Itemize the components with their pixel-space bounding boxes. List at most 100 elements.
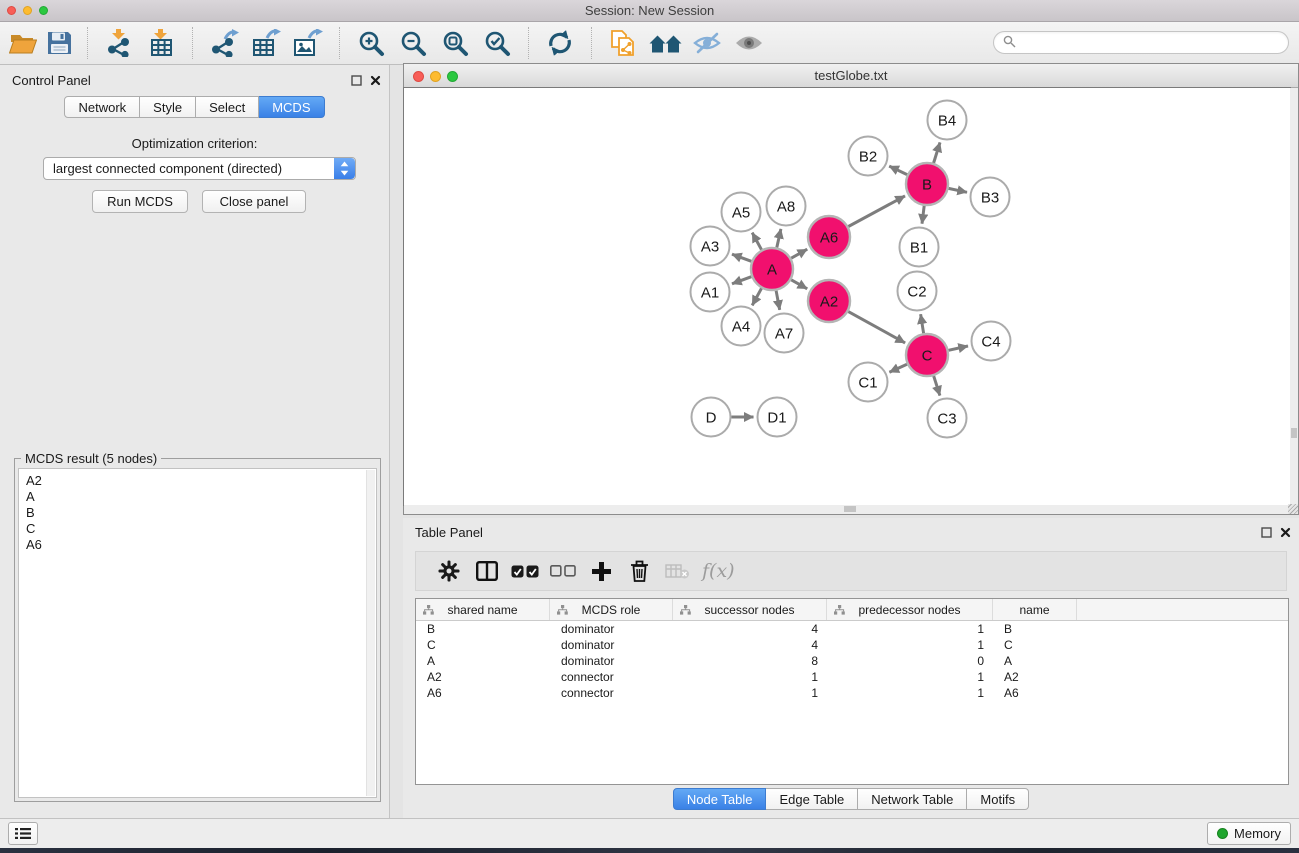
edge-A-A3[interactable]	[732, 254, 751, 261]
zoom-in-icon[interactable]	[350, 25, 392, 61]
table-tab-edge-table[interactable]: Edge Table	[766, 788, 858, 810]
node-B4[interactable]: B4	[928, 101, 967, 140]
edge-A-A5[interactable]	[752, 233, 761, 250]
node-D1[interactable]: D1	[758, 398, 797, 437]
first-neighbors-icon[interactable]	[644, 25, 686, 61]
edge-C-C2[interactable]	[921, 314, 924, 333]
deselect-all-columns-icon[interactable]	[544, 565, 582, 577]
close-traffic-light[interactable]	[7, 6, 16, 15]
edge-A6-B[interactable]	[848, 196, 905, 227]
export-network-icon[interactable]	[203, 25, 245, 61]
search-field[interactable]	[993, 31, 1289, 54]
result-item[interactable]: C	[26, 521, 376, 537]
search-input[interactable]	[1022, 35, 1288, 50]
node-table[interactable]: shared nameMCDS rolesuccessor nodesprede…	[415, 598, 1289, 785]
table-row[interactable]: A6connector11A6	[416, 685, 1288, 701]
table-row[interactable]: Cdominator41C	[416, 637, 1288, 653]
node-A7[interactable]: A7	[765, 314, 804, 353]
node-A4[interactable]: A4	[722, 307, 761, 346]
export-image-icon[interactable]	[287, 25, 329, 61]
tab-network[interactable]: Network	[64, 96, 140, 118]
resize-grip[interactable]	[1288, 504, 1298, 514]
column-header-successor_nodes[interactable]: successor nodes	[673, 599, 827, 620]
zoom-traffic-light[interactable]	[39, 6, 48, 15]
edge-C-C3[interactable]	[934, 376, 940, 396]
close-panel-action-button[interactable]: Close panel	[202, 190, 306, 213]
select-all-columns-icon[interactable]	[506, 565, 544, 578]
result-item[interactable]: B	[26, 505, 376, 521]
network-zoom-traffic-light[interactable]	[447, 71, 458, 82]
mcds-result-list[interactable]: A2ABCA6	[18, 468, 377, 798]
edge-A-A7[interactable]	[776, 291, 780, 310]
close-panel-button[interactable]	[368, 73, 382, 87]
zoom-fit-icon[interactable]	[434, 25, 476, 61]
float-panel-button[interactable]	[349, 73, 363, 87]
edge-A2-C[interactable]	[848, 312, 905, 343]
tab-select[interactable]: Select	[196, 96, 259, 118]
node-A[interactable]: A	[751, 248, 793, 290]
delete-column-trash-icon[interactable]	[620, 560, 658, 582]
node-B1[interactable]: B1	[900, 228, 939, 267]
zoom-selected-icon[interactable]	[476, 25, 518, 61]
network-canvas[interactable]: B4B2BB3B1A5A8A6A3AA1A2C2A4A7CC4C1C3DD1	[404, 88, 1290, 505]
table-tab-motifs[interactable]: Motifs	[967, 788, 1029, 810]
edge-B-B3[interactable]	[949, 188, 968, 192]
edge-C-C4[interactable]	[949, 346, 969, 350]
edge-B-B4[interactable]	[934, 142, 940, 163]
table-row[interactable]: A2connector11A2	[416, 669, 1288, 685]
horizontal-scrollbar[interactable]	[404, 505, 1290, 514]
result-item[interactable]: A2	[26, 473, 376, 489]
node-C4[interactable]: C4	[972, 322, 1011, 361]
hide-selected-icon[interactable]	[686, 25, 728, 61]
float-table-panel-button[interactable]	[1259, 525, 1273, 539]
export-table-icon[interactable]	[245, 25, 287, 61]
edge-B-B2[interactable]	[889, 166, 907, 175]
node-A2[interactable]: A2	[808, 280, 850, 322]
edge-A-A2[interactable]	[791, 280, 807, 289]
result-item[interactable]: A	[26, 489, 376, 505]
network-close-traffic-light[interactable]	[413, 71, 424, 82]
optimization-criterion-select[interactable]: largest connected component (directed)	[43, 157, 356, 180]
tab-mcds[interactable]: MCDS	[259, 96, 324, 118]
edge-C-C1[interactable]	[889, 364, 907, 372]
open-file-icon[interactable]	[5, 25, 41, 61]
network-minimize-traffic-light[interactable]	[430, 71, 441, 82]
node-C3[interactable]: C3	[928, 399, 967, 438]
node-C1[interactable]: C1	[849, 363, 888, 402]
vertical-scrollbar[interactable]	[1290, 88, 1298, 505]
node-B[interactable]: B	[906, 163, 948, 205]
node-A3[interactable]: A3	[691, 227, 730, 266]
result-scrollbar[interactable]	[366, 470, 375, 796]
node-A1[interactable]: A1	[691, 273, 730, 312]
node-B3[interactable]: B3	[971, 178, 1010, 217]
show-hidden-icon[interactable]	[728, 25, 770, 61]
table-tab-network-table[interactable]: Network Table	[858, 788, 967, 810]
edge-A-A4[interactable]	[752, 288, 761, 305]
create-column-plus-icon[interactable]	[582, 562, 620, 581]
refresh-layout-icon[interactable]	[539, 25, 581, 61]
network-window-titlebar[interactable]: testGlobe.txt	[404, 64, 1298, 88]
node-A6[interactable]: A6	[808, 216, 850, 258]
memory-button[interactable]: Memory	[1207, 822, 1291, 845]
node-B2[interactable]: B2	[849, 137, 888, 176]
column-header-shared_name[interactable]: shared name	[416, 599, 550, 620]
edge-A-A8[interactable]	[777, 229, 781, 248]
node-C2[interactable]: C2	[898, 272, 937, 311]
node-C[interactable]: C	[906, 334, 948, 376]
node-A8[interactable]: A8	[767, 187, 806, 226]
zoom-out-icon[interactable]	[392, 25, 434, 61]
edge-A-A1[interactable]	[732, 277, 751, 284]
close-table-panel-button[interactable]	[1278, 525, 1292, 539]
table-tab-node-table[interactable]: Node Table	[673, 788, 767, 810]
edge-B-B1[interactable]	[922, 206, 924, 224]
edge-A-A6[interactable]	[791, 249, 807, 258]
column-header-name[interactable]: name	[993, 599, 1077, 620]
table-row[interactable]: Bdominator41B	[416, 621, 1288, 637]
column-header-mcds_role[interactable]: MCDS role	[550, 599, 673, 620]
node-D[interactable]: D	[692, 398, 731, 437]
save-session-icon[interactable]	[41, 25, 77, 61]
new-network-from-selection-icon[interactable]	[602, 25, 644, 61]
column-header-predecessor_nodes[interactable]: predecessor nodes	[827, 599, 993, 620]
table-settings-gear-icon[interactable]	[430, 560, 468, 582]
result-item[interactable]: A6	[26, 537, 376, 553]
